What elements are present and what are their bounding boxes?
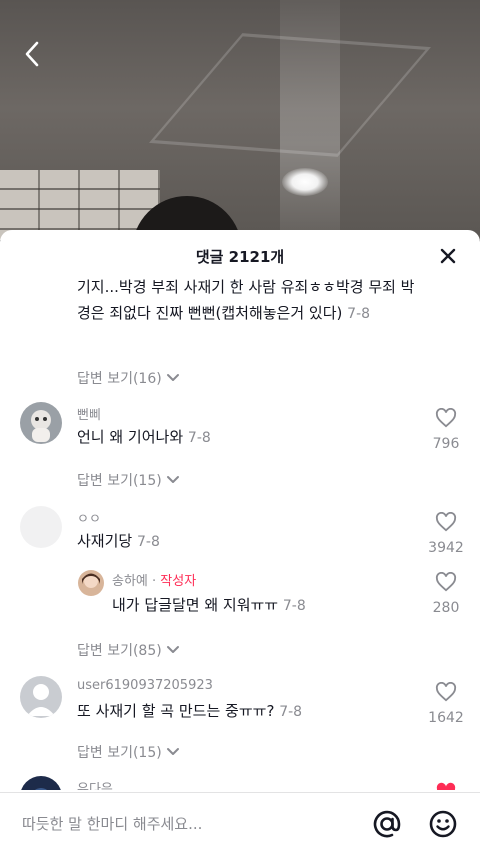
like-count: 796 bbox=[432, 436, 460, 452]
comment-list[interactable]: 기지...박경 부죄 사재기 한 사람 유죄ㅎㅎ박경 무죄 박경은 죄없다 진짜… bbox=[0, 274, 480, 790]
chevron-left-icon bbox=[25, 41, 39, 67]
video-background bbox=[0, 0, 480, 240]
avatar[interactable] bbox=[20, 506, 62, 548]
reply-username[interactable]: 송하예 bbox=[112, 574, 148, 589]
comment-text: 기지...박경 부죄 사재기 한 사람 유죄ㅎㅎ박경 무죄 박경은 죄없다 진짜… bbox=[77, 274, 417, 327]
heart-filled-icon bbox=[436, 782, 456, 790]
chevron-down-icon bbox=[166, 476, 179, 483]
comment-sheet: 댓글 2121개 기지...박경 부죄 사재기 한 사람 유죄ㅎㅎ박경 무죄 박… bbox=[0, 230, 480, 854]
close-icon bbox=[440, 248, 456, 264]
view-replies-button[interactable]: 답변 보기(85) bbox=[77, 640, 180, 660]
view-replies-button[interactable]: 답변 보기(15) bbox=[77, 470, 180, 490]
comment-date: 7-8 bbox=[187, 430, 211, 446]
heart-icon bbox=[435, 407, 457, 428]
comment-username[interactable]: 뻔삐 bbox=[77, 404, 101, 423]
ceiling-light bbox=[282, 168, 328, 196]
avatar[interactable] bbox=[20, 676, 62, 718]
avatar[interactable] bbox=[20, 402, 62, 444]
back-button[interactable] bbox=[18, 40, 46, 68]
heart-icon bbox=[435, 681, 457, 702]
comment-date: 7-8 bbox=[347, 306, 371, 322]
view-replies-button[interactable]: 답변 보기(16) bbox=[77, 368, 180, 388]
chevron-down-icon bbox=[166, 748, 179, 755]
comment-body: 또 사재기 할 곡 만드는 중ㅠㅠ? bbox=[77, 702, 275, 720]
like-button[interactable]: 1642 bbox=[428, 681, 464, 726]
mention-button[interactable] bbox=[372, 809, 402, 839]
view-replies-button[interactable]: 답변 보기(15) bbox=[77, 742, 180, 762]
comment-input-bar: 따듯한 말 한마디 해주세요... bbox=[0, 792, 480, 854]
comment-input[interactable]: 따듯한 말 한마디 해주세요... bbox=[22, 813, 202, 834]
view-replies-label: 답변 보기(15) bbox=[77, 745, 162, 761]
like-button[interactable]: 280 bbox=[428, 571, 464, 616]
avatar[interactable] bbox=[20, 776, 62, 790]
comment-username[interactable]: user6190937205923 bbox=[77, 678, 213, 693]
like-count: 280 bbox=[432, 600, 460, 616]
emoji-button[interactable] bbox=[428, 809, 458, 839]
comment-body: 사재기당 bbox=[77, 532, 133, 550]
author-tag: 작성자 bbox=[160, 574, 197, 589]
view-replies-label: 답변 보기(15) bbox=[77, 473, 162, 489]
close-button[interactable] bbox=[436, 244, 460, 268]
comment-date: 7-8 bbox=[136, 534, 160, 550]
comment-text: 또 사재기 할 곡 만드는 중ㅠㅠ? 7-8 bbox=[77, 700, 302, 721]
reply-text: 내가 답글달면 왜 지워ㅠㅠ 7-8 bbox=[112, 594, 306, 615]
view-replies-label: 답변 보기(85) bbox=[77, 643, 162, 659]
chevron-down-icon bbox=[166, 646, 179, 653]
reply-body: 내가 답글달면 왜 지워ㅠㅠ bbox=[112, 596, 279, 614]
heart-icon bbox=[435, 511, 457, 532]
comment-text: 언니 왜 기어나와 7-8 bbox=[77, 426, 211, 447]
at-sign-icon bbox=[373, 810, 401, 838]
comment-body: 언니 왜 기어나와 bbox=[77, 428, 184, 446]
smiley-icon bbox=[429, 810, 457, 838]
reply-date: 7-8 bbox=[282, 598, 306, 614]
comment-count-title: 댓글 2121개 bbox=[195, 247, 285, 266]
view-replies-label: 답변 보기(16) bbox=[77, 371, 162, 387]
comment-text: 사재기당 7-8 bbox=[77, 530, 160, 551]
like-count: 3942 bbox=[428, 540, 464, 556]
heart-icon bbox=[435, 571, 457, 592]
like-button[interactable]: 3942 bbox=[428, 511, 464, 556]
comment-username[interactable]: ㅇㅇ bbox=[77, 508, 101, 527]
reply-username-row: 송하예 · 작성자 bbox=[112, 574, 197, 589]
chevron-down-icon bbox=[166, 374, 179, 381]
like-button[interactable] bbox=[428, 782, 464, 790]
light-beam bbox=[280, 0, 340, 240]
comment-date: 7-8 bbox=[279, 704, 303, 720]
avatar[interactable] bbox=[78, 570, 104, 596]
comment-username[interactable]: 유다은 bbox=[77, 778, 113, 790]
like-count: 1642 bbox=[428, 710, 464, 726]
like-button[interactable]: 796 bbox=[428, 407, 464, 452]
